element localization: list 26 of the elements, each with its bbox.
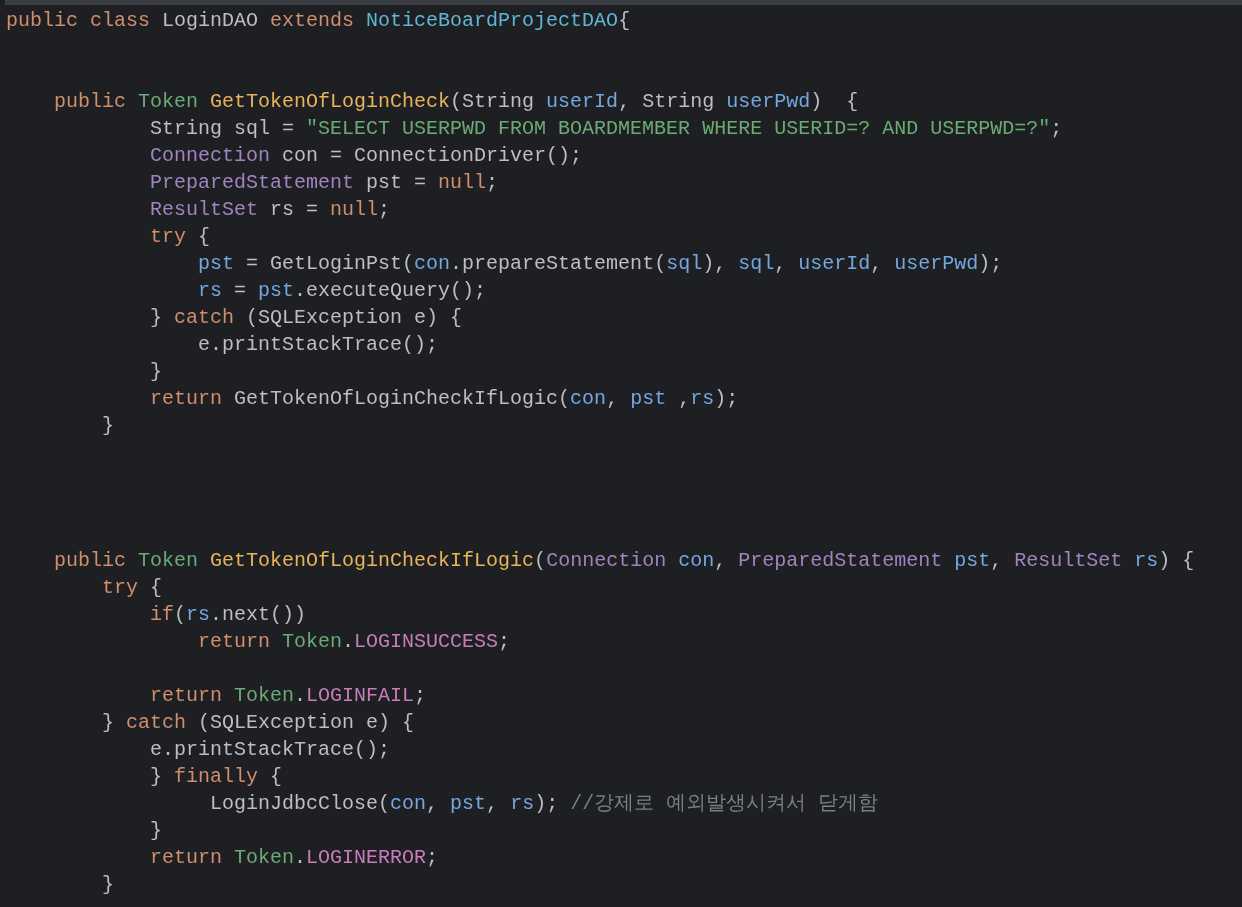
code-line: public Token GetTokenOfLoginCheckIfLogic(Connection con, PreparedStatement pst, ResultSet rs) { (53, 548, 1195, 574)
code-line: return Token.LOGINSUCCESS; (197, 629, 511, 655)
code-line: PreparedStatement pst = null; (149, 170, 499, 196)
code-line: LoginJdbcClose(con, pst, rs); //강제로 예외발생시켜서 닫게함 (209, 791, 879, 817)
code-line: } catch (SQLException e) { (149, 305, 463, 331)
code-line: public Token GetTokenOfLoginCheck(String userId, String userPwd) { (53, 89, 859, 115)
code-line: try { (149, 224, 211, 250)
code-line: } finally { (149, 764, 283, 790)
code-line: e.printStackTrace(); (149, 737, 391, 763)
code-line: try { (101, 575, 163, 601)
code-line: public class LoginDAO extends NoticeBoardProjectDAO{ (6, 8, 631, 34)
code-line: Connection con = ConnectionDriver(); (149, 143, 583, 169)
code-line: } (101, 872, 115, 898)
code-line: } (101, 413, 115, 439)
code-line: } (149, 359, 163, 385)
code-line: rs = pst.executeQuery(); (197, 278, 487, 304)
code-line: if(rs.next()) (149, 602, 307, 628)
code-line: e.printStackTrace(); (197, 332, 439, 358)
code-line: } catch (SQLException e) { (101, 710, 415, 736)
code-line: String sql = "SELECT USERPWD FROM BOARDMEMBER WHERE USERID=? AND USERPWD=?"; (149, 116, 1063, 142)
code-line: ResultSet rs = null; (149, 197, 391, 223)
code-line: pst = GetLoginPst(con.prepareStatement(sql), sql, userId, userPwd); (197, 251, 1003, 277)
code-line: } (149, 818, 163, 844)
code-line: return Token.LOGINFAIL; (149, 683, 427, 709)
code-line: return Token.LOGINERROR; (149, 845, 439, 871)
code-line: return GetTokenOfLoginCheckIfLogic(con, pst ,rs); (149, 386, 739, 412)
